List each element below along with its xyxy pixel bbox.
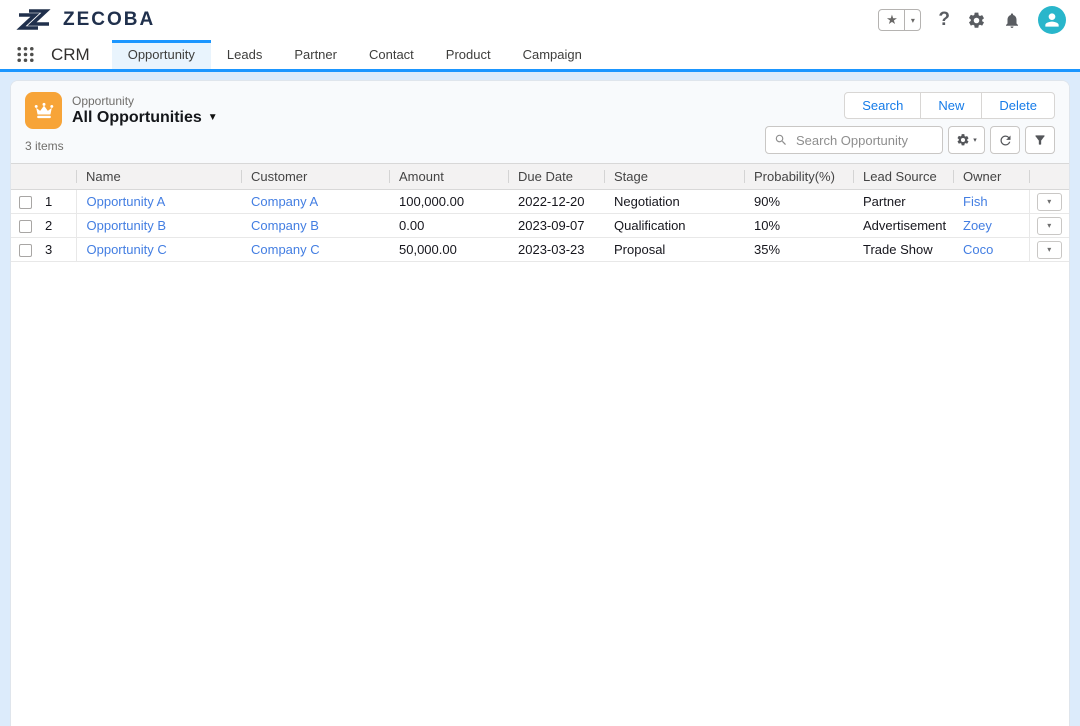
nav-tabs: Opportunity Leads Partner Contact Produc…	[112, 40, 598, 69]
lead-source-cell: Partner	[853, 190, 953, 214]
tab-leads[interactable]: Leads	[211, 40, 278, 69]
crown-icon	[33, 100, 55, 122]
row-number: 3	[45, 242, 52, 257]
logo-text: ZECOBA	[63, 9, 155, 31]
app-launcher-icon[interactable]	[15, 44, 36, 65]
bell-icon[interactable]	[1003, 11, 1021, 30]
opportunity-link[interactable]: Opportunity B	[87, 218, 167, 233]
list-view-header: Opportunity All Opportunities ▼ 3 items …	[11, 81, 1069, 163]
gear-icon[interactable]	[967, 11, 986, 30]
help-icon[interactable]: ?	[938, 9, 950, 31]
search-box	[765, 126, 943, 154]
customer-link[interactable]: Company B	[251, 218, 319, 233]
stage-cell: Qualification	[604, 214, 744, 238]
tab-partner[interactable]: Partner	[278, 40, 353, 69]
opportunities-table: Name Customer Amount Due Date Stage Prob…	[11, 163, 1069, 262]
list-actions: Search New Delete	[844, 92, 1055, 119]
owner-link[interactable]: Fish	[963, 194, 988, 209]
tab-contact[interactable]: Contact	[353, 40, 430, 69]
column-header-amount[interactable]: Amount	[389, 164, 508, 190]
select-all-header	[11, 164, 76, 190]
probability-cell: 35%	[744, 238, 853, 262]
table-row: 1 Opportunity A Company A 100,000.00 202…	[11, 190, 1069, 214]
customer-link[interactable]: Company A	[251, 194, 318, 209]
stage-cell: Proposal	[604, 238, 744, 262]
gear-icon	[956, 133, 970, 147]
row-number: 1	[45, 194, 52, 209]
row-checkbox[interactable]	[19, 220, 32, 233]
probability-cell: 10%	[744, 214, 853, 238]
due-date-cell: 2022-12-20	[508, 190, 604, 214]
column-header-name[interactable]: Name	[76, 164, 241, 190]
amount-cell: 100,000.00	[389, 190, 508, 214]
search-button[interactable]: Search	[844, 92, 921, 119]
amount-cell: 50,000.00	[389, 238, 508, 262]
filter-button[interactable]	[1025, 126, 1055, 154]
tab-opportunity[interactable]: Opportunity	[112, 40, 211, 69]
list-view-selector[interactable]: All Opportunities ▼	[72, 108, 218, 127]
row-number: 2	[45, 218, 52, 233]
page-background: Opportunity All Opportunities ▼ 3 items …	[0, 72, 1080, 726]
list-settings-button[interactable]: ▾	[948, 126, 985, 154]
refresh-icon	[998, 133, 1013, 148]
search-icon	[774, 133, 788, 147]
settings-caret-icon: ▾	[973, 136, 977, 144]
view-name: All Opportunities	[72, 108, 202, 127]
delete-button[interactable]: Delete	[981, 92, 1055, 119]
row-checkbox[interactable]	[19, 196, 32, 209]
list-tools: ▾	[765, 126, 1055, 154]
top-actions: ★ ▾ ?	[878, 6, 1066, 34]
person-icon	[1042, 10, 1062, 30]
top-header: ZECOBA ★ ▾ ?	[0, 0, 1080, 40]
row-checkbox[interactable]	[19, 244, 32, 257]
row-actions-button[interactable]: ▾	[1037, 193, 1062, 211]
entity-label: Opportunity	[72, 94, 218, 108]
opportunity-link[interactable]: Opportunity A	[87, 194, 166, 209]
opportunity-entity-icon	[25, 92, 62, 129]
probability-cell: 90%	[744, 190, 853, 214]
star-icon[interactable]: ★	[879, 10, 904, 30]
lead-source-cell: Advertisement	[853, 214, 953, 238]
row-actions-button[interactable]: ▾	[1037, 241, 1062, 259]
column-header-customer[interactable]: Customer	[241, 164, 389, 190]
customer-link[interactable]: Company C	[251, 242, 320, 257]
list-view-card: Opportunity All Opportunities ▼ 3 items …	[10, 80, 1070, 726]
owner-link[interactable]: Zoey	[963, 218, 992, 233]
row-actions-button[interactable]: ▾	[1037, 217, 1062, 235]
search-input[interactable]	[765, 126, 943, 154]
items-count: 3 items	[25, 139, 218, 153]
table-row: 2 Opportunity B Company B 0.00 2023-09-0…	[11, 214, 1069, 238]
opportunity-link[interactable]: Opportunity C	[87, 242, 167, 257]
view-caret-icon: ▼	[208, 108, 218, 127]
tab-campaign[interactable]: Campaign	[507, 40, 598, 69]
app-navbar: CRM Opportunity Leads Partner Contact Pr…	[0, 40, 1080, 72]
column-header-owner[interactable]: Owner	[953, 164, 1029, 190]
filter-icon	[1033, 133, 1047, 147]
favorites-control[interactable]: ★ ▾	[878, 9, 921, 31]
new-button[interactable]: New	[920, 92, 982, 119]
table-row: 3 Opportunity C Company C 50,000.00 2023…	[11, 238, 1069, 262]
caret-down-icon: ▾	[1047, 245, 1051, 254]
due-date-cell: 2023-03-23	[508, 238, 604, 262]
caret-down-icon: ▾	[1047, 197, 1051, 206]
tab-product[interactable]: Product	[430, 40, 507, 69]
column-header-stage[interactable]: Stage	[604, 164, 744, 190]
due-date-cell: 2023-09-07	[508, 214, 604, 238]
logo[interactable]: ZECOBA	[14, 6, 155, 34]
amount-cell: 0.00	[389, 214, 508, 238]
column-header-due-date[interactable]: Due Date	[508, 164, 604, 190]
table-header-row: Name Customer Amount Due Date Stage Prob…	[11, 164, 1069, 190]
logo-icon	[14, 6, 56, 34]
column-header-probability[interactable]: Probability(%)	[744, 164, 853, 190]
column-header-actions	[1029, 164, 1069, 190]
lead-source-cell: Trade Show	[853, 238, 953, 262]
favorites-caret-icon[interactable]: ▾	[904, 10, 920, 30]
owner-link[interactable]: Coco	[963, 242, 993, 257]
stage-cell: Negotiation	[604, 190, 744, 214]
app-name: CRM	[51, 45, 90, 65]
avatar[interactable]	[1038, 6, 1066, 34]
column-header-lead-source[interactable]: Lead Source	[853, 164, 953, 190]
caret-down-icon: ▾	[1047, 221, 1051, 230]
refresh-button[interactable]	[990, 126, 1020, 154]
